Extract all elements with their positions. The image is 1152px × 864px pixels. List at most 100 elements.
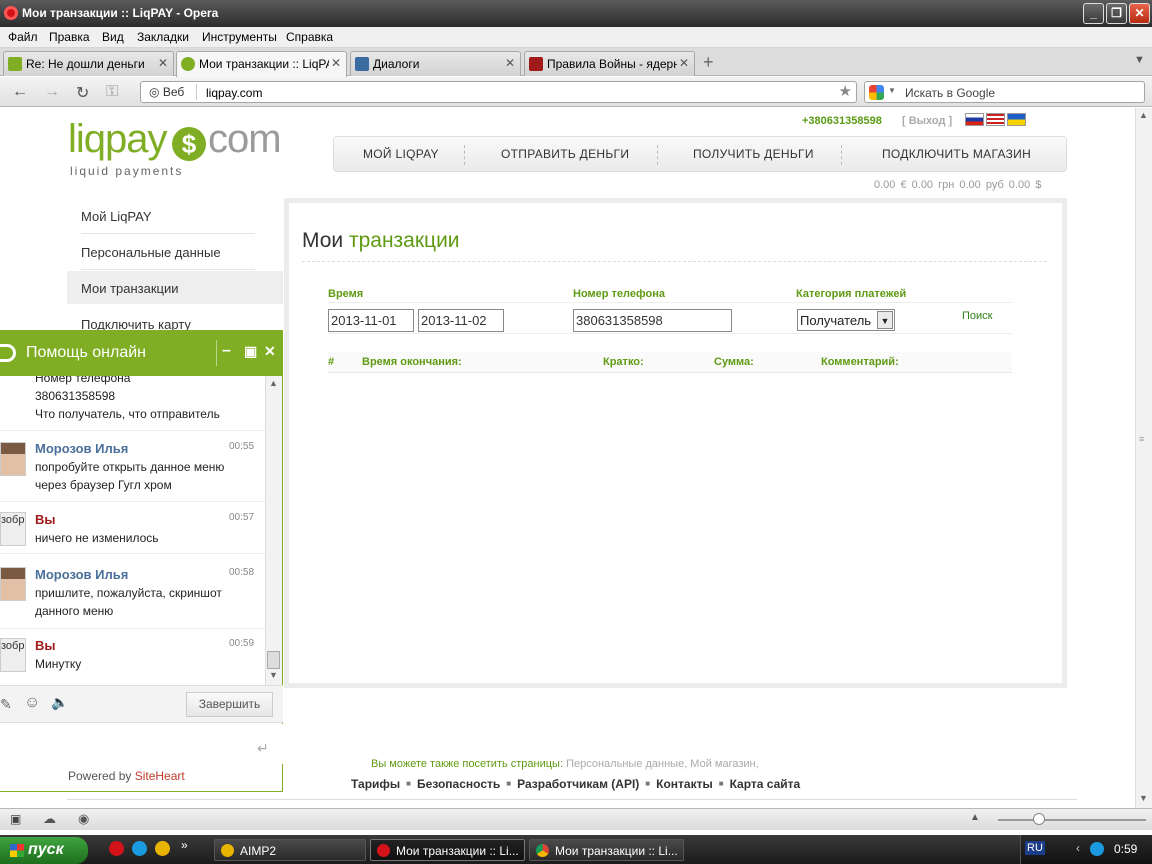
menu-edit[interactable]: Правка — [49, 30, 90, 44]
taskbar-item-opera[interactable]: Мои транзакции :: Li... — [370, 839, 525, 861]
col-amount[interactable]: Сумма: — [714, 356, 754, 368]
nav-connect-shop[interactable]: ПОДКЛЮЧИТЬ МАГАЗИН — [882, 147, 1031, 161]
powered-by[interactable]: Powered by SiteHeart — [68, 769, 185, 783]
scroll-thumb[interactable] — [267, 651, 280, 669]
tab-dialogs[interactable]: Диалоги ✕ — [350, 51, 521, 76]
new-tab-icon[interactable]: + — [703, 52, 714, 73]
cloud-icon[interactable]: ☁ — [43, 811, 56, 827]
address-bar[interactable]: ◎ Веб liqpay.com ★ — [140, 81, 857, 103]
search-engine-dropdown-icon[interactable]: ▼ — [888, 86, 896, 95]
powered-site[interactable]: SiteHeart — [135, 769, 185, 783]
flag-ua-icon[interactable] — [1007, 113, 1026, 126]
google-icon[interactable] — [869, 85, 884, 100]
date-to-input[interactable]: 2013-11-02 — [418, 309, 504, 332]
tray-app-icon[interactable] — [1090, 842, 1104, 856]
window-title-bar: Мои транзакции :: LiqPAY - Opera _ ❐ ✕ — [0, 0, 1152, 27]
menu-tools[interactable]: Инструменты — [202, 30, 277, 44]
window-title: Мои транзакции :: LiqPAY - Opera — [22, 6, 219, 20]
chat-scrollbar[interactable]: ▲ ▼ — [265, 376, 282, 685]
footer-link-sitemap[interactable]: Карта сайта — [730, 777, 801, 791]
scroll-down-icon[interactable]: ▼ — [1139, 793, 1148, 803]
footer-link-tariffs[interactable]: Тарифы — [351, 777, 400, 791]
search-link[interactable]: Поиск — [962, 310, 992, 322]
nav-send-money[interactable]: ОТПРАВИТЬ ДЕНЬГИ — [501, 147, 629, 161]
logout-link[interactable]: [ Выход ] — [902, 115, 952, 127]
footer-gray-links[interactable]: Персональные данные, Мой магазин, — [566, 758, 759, 770]
scroll-up-icon[interactable]: ▲ — [269, 378, 278, 388]
menu-bookmarks[interactable]: Закладки — [137, 30, 189, 44]
scroll-down-icon[interactable]: ▼ — [269, 670, 278, 680]
footer-link-security[interactable]: Безопасность — [417, 777, 500, 791]
footer-link-contacts[interactable]: Контакты — [656, 777, 713, 791]
bookmark-star-icon[interactable]: ★ — [839, 82, 852, 100]
search-field[interactable]: ▼ Искать в Google — [864, 81, 1145, 103]
category-select[interactable]: Получатель ▼ — [797, 309, 895, 331]
tab-my-transactions[interactable]: Мои транзакции :: LiqPAY ✕ — [176, 51, 347, 77]
maximize-button[interactable]: ❐ — [1106, 3, 1127, 24]
menu-help[interactable]: Справка — [286, 30, 333, 44]
sidebar-item-personal-data[interactable]: Персональные данные — [81, 245, 221, 260]
end-chat-button[interactable]: Завершить — [186, 692, 273, 717]
zoom-slider-track[interactable] — [998, 819, 1146, 821]
menu-file[interactable]: Файл — [8, 30, 38, 44]
flag-ru-icon[interactable] — [965, 113, 984, 126]
col-comment[interactable]: Комментарий: — [821, 356, 899, 368]
col-end-time[interactable]: Время окончания: — [362, 356, 462, 368]
tab-close-icon[interactable]: ✕ — [505, 56, 515, 70]
quicklaunch-more-icon[interactable]: » — [181, 838, 188, 852]
page-scrollbar[interactable]: ▲ ≡ ▼ — [1135, 108, 1152, 808]
start-button[interactable]: пуск — [0, 837, 88, 864]
message-line: ничего не изменилось — [35, 531, 159, 545]
chat-maximize-icon[interactable]: ▣ — [244, 343, 257, 360]
nav-my-liqpay[interactable]: МОЙ LIQPAY — [363, 147, 439, 161]
scroll-up-icon[interactable]: ▲ — [1139, 110, 1148, 120]
zoom-up-icon[interactable]: ▲ — [970, 812, 980, 823]
sidebar-item-my-liqpay[interactable]: Мой LiqPAY — [81, 209, 152, 224]
back-icon[interactable]: ← — [12, 83, 28, 101]
tray-collapse-icon[interactable]: ‹ — [1076, 841, 1080, 855]
col-summary[interactable]: Кратко: — [603, 356, 644, 368]
taskbar-item-aimp[interactable]: AIMP2 — [214, 839, 366, 861]
tab-close-icon[interactable]: ✕ — [331, 56, 341, 70]
enter-icon[interactable]: ↵ — [257, 740, 269, 757]
scroll-grip-icon[interactable]: ≡ — [1139, 434, 1144, 444]
address-url[interactable]: liqpay.com — [206, 86, 262, 100]
liqpay-logo[interactable]: liqpay $ com liquid payments — [68, 117, 288, 179]
chat-close-icon[interactable]: ✕ — [264, 343, 276, 360]
tab-close-icon[interactable]: ✕ — [158, 56, 168, 70]
sound-icon[interactable]: 🔈 — [51, 694, 68, 711]
menu-view[interactable]: Вид — [102, 30, 124, 44]
date-from-input[interactable]: 2013-11-01 — [328, 309, 414, 332]
panel-toggle-icon[interactable]: ▣ — [10, 812, 21, 826]
skype-quicklaunch-icon[interactable] — [132, 841, 147, 856]
tab-re-ne-doshli[interactable]: Re: Не дошли деньги ✕ — [3, 51, 174, 76]
attach-icon[interactable]: ✎ — [0, 696, 12, 713]
tab-label: Мои транзакции :: LiqPAY — [199, 57, 329, 71]
reload-icon[interactable]: ↻ — [76, 83, 89, 103]
language-indicator[interactable]: RU — [1025, 841, 1045, 855]
chat-header[interactable]: Помощь онлайн – ▣ ✕ — [0, 330, 283, 376]
opera-quicklaunch-icon[interactable] — [109, 841, 124, 856]
aimp-quicklaunch-icon[interactable] — [155, 841, 170, 856]
web-badge[interactable]: ◎ Веб — [149, 85, 184, 99]
taskbar-item-chrome[interactable]: Мои транзакции :: Li... — [529, 839, 684, 861]
tab-pravila-voiny[interactable]: Правила Войны - ядерн... ✕ — [524, 51, 695, 76]
minimize-button[interactable]: _ — [1083, 3, 1104, 24]
smiley-icon[interactable]: ☺ — [24, 694, 40, 712]
chevron-down-icon[interactable]: ▼ — [877, 311, 893, 329]
phone-input[interactable]: 380631358598 — [573, 309, 732, 332]
tab-menu-chevron-icon[interactable]: ▼ — [1134, 54, 1145, 66]
close-button[interactable]: ✕ — [1129, 3, 1150, 24]
chat-minimize-icon[interactable]: – — [222, 342, 231, 360]
forward-icon[interactable]: → — [44, 83, 60, 101]
zoom-slider-thumb[interactable] — [1033, 813, 1045, 825]
nav-receive-money[interactable]: ПОЛУЧИТЬ ДЕНЬГИ — [693, 147, 814, 161]
tab-close-icon[interactable]: ✕ — [679, 56, 689, 70]
flag-us-icon[interactable] — [986, 113, 1005, 126]
key-icon[interactable]: ⚿ — [106, 83, 118, 101]
speed-dial-icon[interactable]: ◉ — [78, 811, 89, 827]
footer-link-api[interactable]: Разработчикам (API) — [517, 777, 639, 791]
sidebar-item-my-transactions[interactable]: Мои транзакции — [81, 281, 179, 296]
col-number[interactable]: # — [328, 356, 334, 368]
chat-message-input[interactable]: ↵ — [0, 724, 283, 764]
